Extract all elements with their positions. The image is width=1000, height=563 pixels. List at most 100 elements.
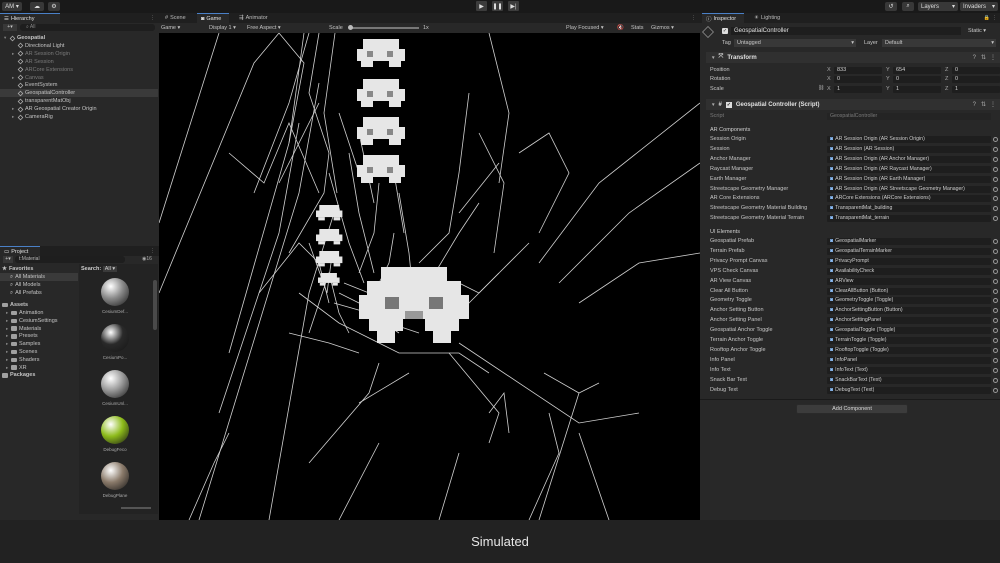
search-scope-dropdown[interactable]: All ▾ [102,266,118,272]
object-picker-icon[interactable] [993,288,998,294]
object-reference-field[interactable]: ◙ AR Session Origin (AR Streetscape Geome… [827,185,991,193]
object-name-field[interactable]: GeospatialController [731,27,961,35]
hierarchy-search-input[interactable]: ⌕ All [20,24,155,31]
help-icon[interactable]: ? [973,55,976,61]
material-asset[interactable]: DebugPlane [93,462,137,498]
object-reference-field[interactable]: ◙ RooftopToggle (Toggle) [827,346,991,354]
object-reference-field[interactable]: ◙ GeospatialMarker [827,238,991,245]
object-picker-icon[interactable] [993,278,998,284]
material-asset[interactable]: DebugFeco [93,416,137,452]
material-asset[interactable]: CesiumUnl... [93,370,137,406]
folder-item[interactable]: ▸ Samples [0,340,40,348]
folder-item[interactable]: ▸ Shaders [0,356,40,364]
favorite-item[interactable]: ⌕ All Models [0,281,78,289]
tab-game[interactable]: ◙ Game [197,13,229,23]
object-picker-icon[interactable] [993,377,998,383]
display-dropdown[interactable]: Display 1 ▾ [209,25,236,31]
folder-item[interactable]: ▸ Materials [0,325,41,333]
object-picker-icon[interactable] [993,196,998,202]
object-picker-icon[interactable] [993,357,998,363]
layers-dropdown[interactable]: Layers ▾ [918,2,958,11]
object-picker-icon[interactable] [993,248,998,254]
object-reference-field[interactable]: ◙ GeospatialToggle (Toggle) [827,327,991,335]
preset-icon[interactable]: ⇅ [981,101,986,108]
object-picker-icon[interactable] [993,216,998,222]
favorite-item[interactable]: ⌕ All Prefabs [0,289,78,297]
component-menu-icon[interactable]: ⋮ [990,54,996,61]
object-picker-icon[interactable] [993,176,998,182]
favorites-header[interactable]: ★ Favorites [0,265,33,273]
tab-lighting[interactable]: ☀ Lighting [750,13,790,23]
active-checkbox[interactable]: ✓ [722,28,728,34]
panel-menu-icon[interactable]: ⋮ [691,15,696,21]
object-picker-icon[interactable] [993,298,998,304]
object-reference-field[interactable]: ◙ AR Session Origin (AR Raycast Manager) [827,165,991,173]
gizmos-dropdown[interactable]: Gizmos ▾ [651,25,674,31]
object-picker-icon[interactable] [993,156,998,162]
link-icon[interactable]: ⛓ [818,85,824,91]
object-reference-field[interactable]: ◙ TransparentMat_terrain [827,215,991,223]
layout-dropdown[interactable]: Invaders ▾ [960,2,998,11]
scale-slider-handle[interactable] [348,25,353,30]
object-reference-field[interactable]: ◙ TransparentMat_building [827,205,991,213]
folder-item[interactable]: ▸ Animation [0,309,43,317]
mute-audio-icon[interactable]: 🔇 [617,25,624,31]
help-icon[interactable]: ? [973,102,976,108]
hierarchy-item[interactable]: ▸ AR Session Origin [0,50,158,58]
panel-menu-icon[interactable]: ⋮ [992,15,997,21]
layer-dropdown[interactable]: Default ▾ [882,39,996,47]
object-reference-field[interactable]: ◙ PrivacyPrompt [827,257,991,265]
play-focus-dropdown[interactable]: Play Focused ▾ [566,25,604,31]
transform-position-field[interactable]: 654 [893,67,941,74]
tag-dropdown[interactable]: Untagged ▾ [734,39,856,47]
tab-hierarchy[interactable]: ☰ Hierarchy [0,13,60,23]
object-picker-icon[interactable] [993,186,998,192]
tab-animator[interactable]: ⇶ Animator [235,13,275,23]
undo-history-icon[interactable]: ↺ [885,2,897,11]
settings-icon[interactable]: ⚙ [48,2,60,11]
hierarchy-item[interactable]: ▸ AR Geospatial Creator Origin [0,105,158,113]
object-picker-icon[interactable] [993,338,998,343]
display-mode-dropdown[interactable]: Game ▾ [161,25,180,31]
icon-size-slider[interactable] [121,507,151,509]
hierarchy-item[interactable]: ▸ CameraRig [0,113,158,121]
panel-menu-icon[interactable]: ⋮ [150,15,155,21]
assets-header[interactable]: Assets [0,301,28,309]
object-reference-field[interactable]: ◙ AR Session (AR Session) [827,145,991,153]
object-reference-field[interactable]: ◙ AnchorSettingButton (Button) [827,307,991,315]
packages-header[interactable]: Packages [0,371,35,379]
object-reference-field[interactable]: ◙ AR Session Origin (AR Anchor Manager) [827,155,991,163]
cloud-icon[interactable]: ☁ [30,2,44,11]
hierarchy-item[interactable]: transparentMatObj [0,97,158,105]
folder-item[interactable]: ▸ CesiumSettings [0,317,58,325]
panel-menu-icon[interactable]: ⋮ [150,248,155,254]
transform-rotation-field[interactable]: 0 [952,76,1000,83]
object-reference-field[interactable]: ◙ SnackBarText (Text) [827,376,991,384]
object-reference-field[interactable]: ◙ DebugText (Text) [827,386,991,394]
pause-button[interactable]: ❚❚ [492,1,503,11]
hierarchy-item[interactable]: EventSystem [0,81,158,89]
transform-scale-field[interactable]: 1 [834,86,882,93]
hierarchy-item[interactable]: ARCore Extensions [0,66,158,74]
object-reference-field[interactable]: ◙ TerrainToggle (Toggle) [827,337,991,344]
object-reference-field[interactable]: ◙ InfoPanel [827,356,991,364]
hierarchy-item[interactable]: ▾ Geospatial [0,34,158,42]
hierarchy-item[interactable]: AR Session [0,58,158,66]
object-reference-field[interactable]: ◙ ARCore Extensions (ARCore Extensions) [827,195,991,203]
transform-scale-field[interactable]: 1 [893,86,941,93]
object-picker-icon[interactable] [993,318,998,324]
hierarchy-item[interactable]: GeospatialController [0,89,158,98]
hierarchy-item[interactable]: ▸ Canvas [0,74,158,82]
step-button[interactable]: ▶| [508,1,519,11]
component-menu-icon[interactable]: ⋮ [990,101,996,108]
transform-scale-field[interactable]: 1 [952,86,1000,93]
object-picker-icon[interactable] [993,146,998,152]
object-reference-field[interactable]: ◙ AvailabilityCheck [827,267,991,275]
object-reference-field[interactable]: ◙ GeospatialTerrainMarker [827,247,991,255]
object-picker-icon[interactable] [993,367,998,373]
folder-item[interactable]: ▸ Scenes [0,348,37,356]
object-picker-icon[interactable] [993,206,998,212]
transform-rotation-field[interactable]: 0 [834,76,882,83]
object-picker-icon[interactable] [993,258,998,264]
object-reference-field[interactable]: ◙ AR Session Origin (AR Session Origin) [827,136,991,143]
